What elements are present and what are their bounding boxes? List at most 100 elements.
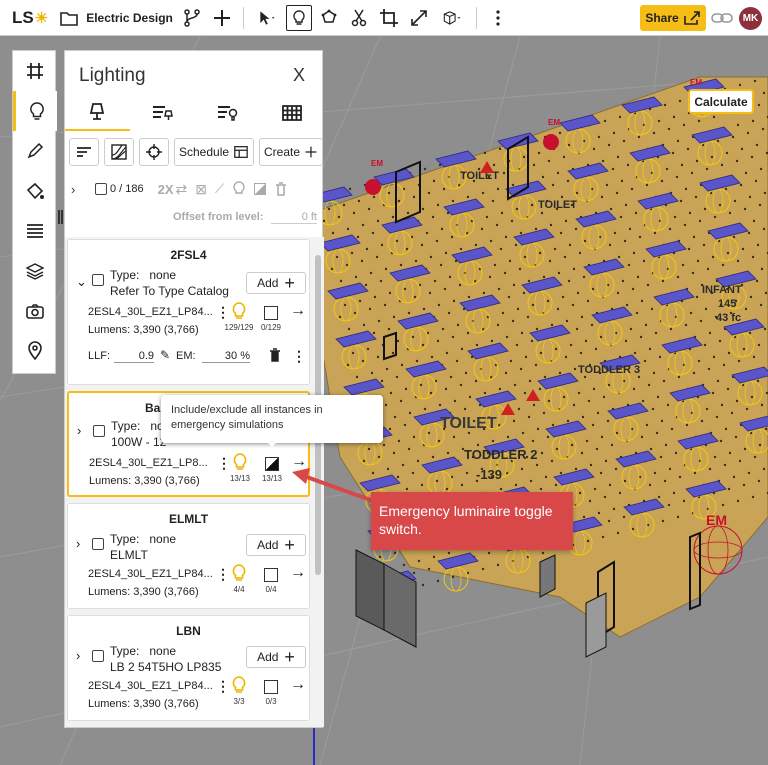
trash-icon[interactable] [269, 348, 281, 362]
paint-tool[interactable] [13, 171, 57, 211]
multiplier-label[interactable]: 2X [158, 182, 174, 197]
llf-input[interactable]: 0.9 [114, 350, 154, 363]
floor-dot [450, 235, 454, 239]
offset-input[interactable]: 0 ft [271, 211, 317, 224]
swap-icon[interactable]: ⇄ [176, 181, 188, 198]
chevron-right-icon[interactable]: › [76, 648, 80, 663]
scissors-icon[interactable] [346, 5, 372, 31]
card-checkbox[interactable] [92, 538, 104, 550]
pointer-select-icon[interactable] [252, 5, 282, 31]
card-checkbox[interactable] [92, 650, 104, 662]
tab-controls[interactable] [195, 95, 260, 131]
floor-dot [668, 467, 672, 471]
arrow-right-icon[interactable]: → [290, 676, 306, 694]
folder-icon[interactable] [56, 5, 82, 31]
card-checkbox[interactable] [92, 274, 104, 286]
em-input[interactable]: 30 % [202, 350, 250, 363]
floor-dot [495, 223, 499, 227]
floor-dot [614, 467, 618, 471]
grid-tool[interactable] [13, 51, 57, 91]
3d-view-icon[interactable] [436, 5, 468, 31]
tab-grid[interactable] [259, 95, 324, 131]
crop-icon[interactable] [376, 5, 402, 31]
lighting-tool[interactable] [13, 91, 57, 131]
floor-dot [405, 247, 409, 251]
close-button[interactable]: X [293, 65, 305, 86]
floor-dot [726, 251, 730, 255]
emergency-toggle[interactable] [264, 306, 278, 320]
more-options-icon[interactable]: ⋮ [216, 566, 230, 583]
floor-dot [731, 135, 735, 139]
draw-tool[interactable] [13, 131, 57, 171]
branch-icon[interactable] [179, 5, 205, 31]
plus-icon[interactable] [209, 5, 235, 31]
chevron-right-icon[interactable]: › [76, 536, 80, 551]
lasso-icon[interactable] [316, 5, 342, 31]
avatar[interactable]: MK [739, 7, 762, 30]
floor-dot [526, 315, 530, 319]
floor-dot [416, 459, 420, 463]
card-checkbox[interactable] [93, 425, 105, 437]
arrow-right-icon[interactable]: → [290, 302, 306, 320]
add-button[interactable]: Add + [246, 646, 306, 668]
bulb-icon[interactable] [231, 302, 247, 320]
trash-icon[interactable] [274, 181, 288, 197]
chevron-down-icon[interactable]: ⌄ [76, 274, 87, 290]
project-title[interactable]: Electric Design [86, 11, 173, 25]
pencil-icon[interactable]: ✎ [160, 348, 170, 362]
bulb-icon[interactable] [232, 181, 246, 197]
floor-dot [607, 143, 611, 147]
more-options-icon[interactable]: ⋮ [216, 304, 230, 321]
floor-dot [355, 375, 359, 379]
expand-chevron-icon[interactable]: › [71, 182, 85, 197]
mirror-icon[interactable]: ⊠ [195, 181, 207, 198]
panel-resize-handle[interactable] [58, 210, 63, 224]
camera-tool[interactable] [13, 291, 57, 331]
app-logo[interactable]: LS ☀ [12, 8, 48, 28]
more-options-icon[interactable]: ⋮ [292, 348, 306, 365]
link-icon[interactable] [710, 9, 734, 30]
stairs-icon[interactable]: ⟋ [215, 181, 224, 197]
emergency-toggle[interactable] [265, 457, 279, 471]
floor-dot [532, 403, 536, 407]
schedule-button[interactable]: Schedule [174, 138, 254, 166]
tab-luminaires[interactable] [65, 95, 130, 131]
add-button[interactable]: Add + [246, 272, 306, 294]
calculate-button[interactable]: Calculate [688, 89, 754, 114]
chevron-right-icon[interactable]: › [77, 423, 81, 438]
more-options-icon[interactable] [485, 5, 511, 31]
floor-dot [449, 375, 453, 379]
tab-schedule[interactable] [130, 95, 195, 131]
target-button[interactable] [139, 138, 169, 166]
emergency-toggle[interactable] [264, 568, 278, 582]
emergency-toggle-icon[interactable] [254, 183, 267, 195]
emergency-toggle[interactable] [264, 680, 278, 694]
layers-list-tool[interactable] [13, 211, 57, 251]
floor-dot [507, 295, 511, 299]
floor-dot [680, 163, 684, 167]
expand-icon[interactable] [406, 5, 432, 31]
create-button[interactable]: Create [259, 138, 323, 166]
floor-dot [388, 291, 392, 295]
share-button[interactable]: Share [640, 5, 706, 31]
more-options-icon[interactable]: ⋮ [216, 678, 230, 695]
arrow-right-icon[interactable]: → [290, 564, 306, 582]
bulb-icon[interactable] [232, 453, 248, 471]
bulb-icon[interactable] [231, 676, 247, 694]
select-all-checkbox[interactable] [95, 183, 107, 195]
floor-dot [504, 371, 508, 375]
pattern-button[interactable] [104, 138, 134, 166]
luminaire-list[interactable]: 2FSL4 ⌄ Type: none Refer To Type Catalog… [65, 237, 324, 727]
sort-button[interactable] [69, 138, 99, 166]
floor-dot [762, 91, 766, 95]
layers-tool[interactable] [13, 251, 57, 291]
add-button[interactable]: Add + [246, 534, 306, 556]
location-tool[interactable] [13, 331, 57, 371]
more-options-icon[interactable]: ⋮ [217, 455, 231, 472]
bulb-icon[interactable] [231, 564, 247, 582]
share-icon [683, 11, 700, 25]
luminaire-tool-icon[interactable] [285, 4, 312, 31]
room-label-toddler: TODDLER 3 [578, 364, 640, 376]
floor-dot [728, 451, 732, 455]
floor-dot [539, 487, 543, 491]
